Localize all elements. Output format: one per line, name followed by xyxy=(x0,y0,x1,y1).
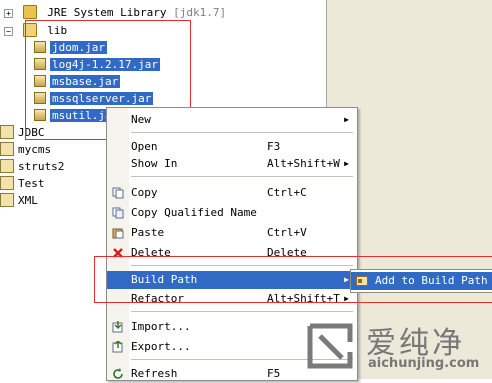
menu-separator xyxy=(131,176,353,177)
expand-icon[interactable]: + xyxy=(4,8,13,18)
menu-item-copy[interactable]: Copy Ctrl+C xyxy=(107,184,357,202)
menu-item-new[interactable]: New ▶ xyxy=(107,111,357,129)
menu-separator xyxy=(131,311,353,312)
menu-item-label: New xyxy=(131,113,151,126)
menu-item-open[interactable]: Open F3 xyxy=(107,138,357,156)
menu-item-label: Copy Qualified Name xyxy=(131,206,257,219)
menu-item-paste[interactable]: Paste Ctrl+V xyxy=(107,224,357,242)
menu-item-copy-qualified-name[interactable]: Copy Qualified Name xyxy=(107,204,357,222)
watermark-url: aichunjing.com xyxy=(368,356,480,371)
menu-shortcut: Ctrl+V xyxy=(267,226,307,239)
project-icon xyxy=(0,159,14,173)
menu-item-label: Import... xyxy=(131,320,191,333)
menu-shortcut: F3 xyxy=(267,140,281,153)
menu-item-show-in[interactable]: Show In Alt+Shift+W ▶ xyxy=(107,155,357,173)
library-icon xyxy=(22,5,37,19)
tree-item-project[interactable]: mycms xyxy=(0,142,51,158)
menu-shortcut: F5 xyxy=(267,367,281,380)
menu-shortcut: Alt+Shift+W xyxy=(267,157,340,170)
project-label: Test xyxy=(18,177,45,190)
menu-separator xyxy=(131,132,353,133)
watermark-logo-icon xyxy=(307,323,353,369)
tree-item-project[interactable]: XML xyxy=(0,193,38,209)
project-label: struts2 xyxy=(18,160,65,173)
project-icon xyxy=(0,176,14,190)
submenu-arrow-icon: ▶ xyxy=(344,115,349,124)
submenu-arrow-icon: ▶ xyxy=(344,159,349,168)
menu-item-label: Show In xyxy=(131,157,178,170)
import-icon xyxy=(112,321,123,333)
export-icon xyxy=(112,341,123,353)
jre-version: [jdk1.7] xyxy=(173,6,227,19)
tree-item-project[interactable]: Test xyxy=(0,176,45,192)
tree-item-jre-system-library[interactable]: + JRE System Library [jdk1.7] xyxy=(4,5,226,21)
project-label: XML xyxy=(18,194,38,207)
tree-item-project[interactable]: struts2 xyxy=(0,159,64,175)
menu-item-label: Export... xyxy=(131,340,191,353)
menu-item-label: Copy xyxy=(131,186,158,199)
copy-qualified-icon xyxy=(112,207,124,219)
project-icon xyxy=(0,125,14,139)
copy-icon xyxy=(112,187,124,199)
menu-item-label: Refresh xyxy=(131,367,178,380)
menu-shortcut: Ctrl+C xyxy=(267,186,307,199)
project-label: mycms xyxy=(18,143,52,156)
project-icon xyxy=(0,193,14,207)
project-icon xyxy=(0,142,14,156)
annotation-box-build-path xyxy=(94,256,492,303)
jre-label: JRE System Library xyxy=(47,6,167,19)
menu-item-label: Open xyxy=(131,140,158,153)
refresh-icon xyxy=(113,368,123,379)
collapse-icon[interactable]: − xyxy=(4,26,13,36)
paste-icon xyxy=(112,228,124,239)
menu-item-label: Paste xyxy=(131,226,165,239)
